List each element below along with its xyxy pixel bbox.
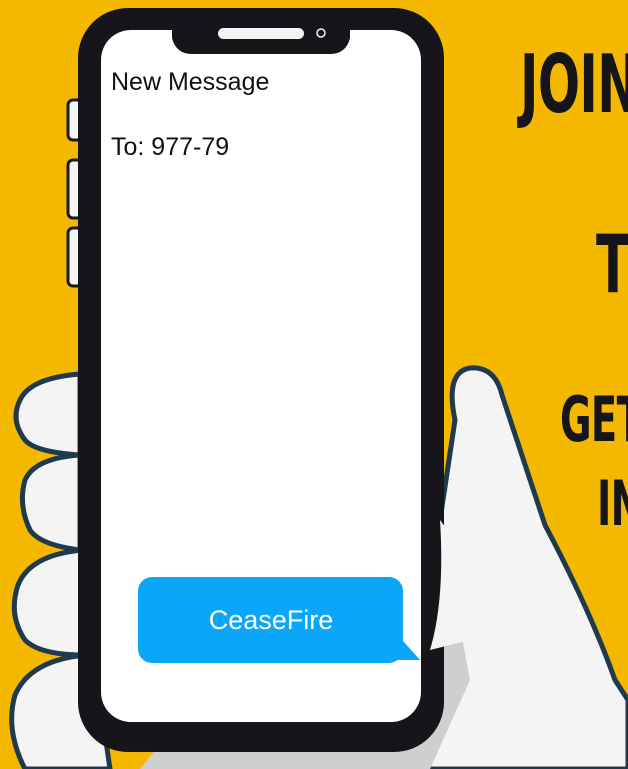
message-header: New Message xyxy=(111,68,270,96)
message-recipient: To: 977-79 xyxy=(111,133,230,161)
side-text-line-1: JOIN xyxy=(520,38,628,131)
finger-1 xyxy=(13,371,83,458)
side-text-line-3: GET xyxy=(560,383,628,456)
side-text-line-4: IN xyxy=(597,467,628,540)
message-text: CeaseFire xyxy=(208,604,334,635)
phone-speaker-icon xyxy=(218,28,304,39)
finger-3 xyxy=(11,547,87,658)
finger-2 xyxy=(19,452,83,553)
side-text-line-2: T xyxy=(596,218,628,311)
